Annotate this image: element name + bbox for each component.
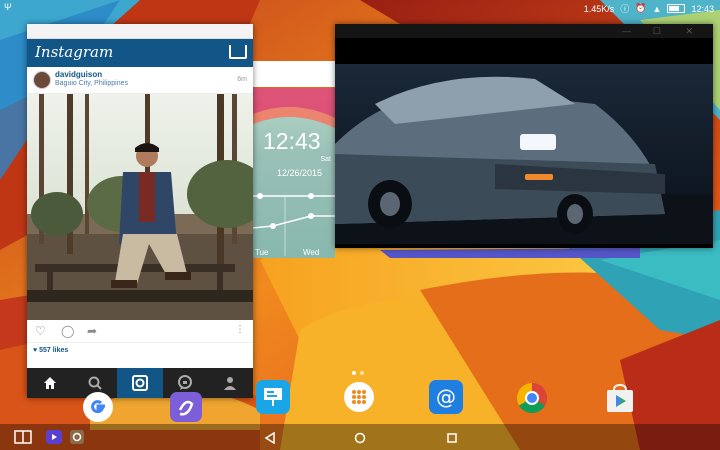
video-frame[interactable] [335,64,713,244]
instagram-header: Instagram [27,39,253,67]
window-title-bar[interactable] [27,24,253,39]
google-icon[interactable] [83,392,113,422]
navigation-bar [0,424,720,450]
like-icon[interactable]: ♡ [35,324,46,338]
video-player-window[interactable]: — ☐ ✕ [335,24,713,248]
post-actions: ♡ ◯ ➦ ⋮ [27,320,253,342]
presentation-icon[interactable] [256,380,290,414]
status-bar: Ψ 1.45K/s ⓘ ⏰ ▲ 12:43 [0,0,720,16]
post-username[interactable]: davidguison [55,70,102,79]
multi-window-icon[interactable] [14,430,32,449]
clock-widget[interactable]: 12:43 Sat 12/26/2015 Tue Wed [253,88,335,258]
forecast-day-label: Wed [303,248,320,257]
widget-day: Sat [320,156,331,163]
back-icon[interactable] [264,431,276,449]
share-icon[interactable]: ➦ [87,324,97,338]
inbox-icon[interactable] [229,45,247,59]
forecast-day-label: Tue [255,248,269,257]
dock: @ [0,376,720,424]
home-icon[interactable] [354,431,366,449]
svg-text:@: @ [436,385,456,409]
network-speed: 1.45K/s [583,3,615,14]
minimize-icon[interactable]: — [622,26,631,36]
email-icon[interactable]: @ [429,380,463,414]
usb-icon: Ψ [4,2,12,12]
info-icon: ⓘ [620,4,630,14]
comment-icon[interactable]: ◯ [61,324,74,338]
likes-count[interactable]: ♥ 557 likes [27,342,253,359]
more-options-icon[interactable]: ⋮ [235,324,245,335]
contacts-icon[interactable] [170,392,202,422]
recents-icon[interactable] [446,431,458,449]
instagram-window[interactable]: Instagram davidguison Baguio City, Phili… [27,24,253,398]
instagram-icon[interactable] [70,430,84,449]
status-clock: 12:43 [691,3,714,14]
alarm-icon: ⏰ [635,3,647,13]
app-drawer-icon[interactable] [344,382,374,412]
video-icon[interactable] [46,430,62,449]
signal-icon: ▲ [652,3,662,14]
widget-time: 12:43 [263,128,321,154]
page-dot [360,371,364,375]
instagram-logo: Instagram [35,43,114,61]
post-time: 6m [237,76,247,83]
post-location[interactable]: Baguio City, Philippines [55,80,128,87]
window-title-bar[interactable]: — ☐ ✕ [335,24,713,38]
widget-date: 12/26/2015 [277,168,323,178]
post-photo[interactable] [27,94,253,320]
avatar[interactable] [33,71,51,89]
maximize-icon[interactable]: ☐ [653,26,661,37]
battery-icon [667,4,686,13]
chrome-icon[interactable] [516,382,548,414]
post-header: davidguison Baguio City, Philippines 6m [27,67,253,94]
page-dot [352,371,356,375]
play-store-icon[interactable] [603,382,637,416]
search-bar-widget[interactable] [253,61,335,87]
close-icon[interactable]: ✕ [685,26,693,37]
